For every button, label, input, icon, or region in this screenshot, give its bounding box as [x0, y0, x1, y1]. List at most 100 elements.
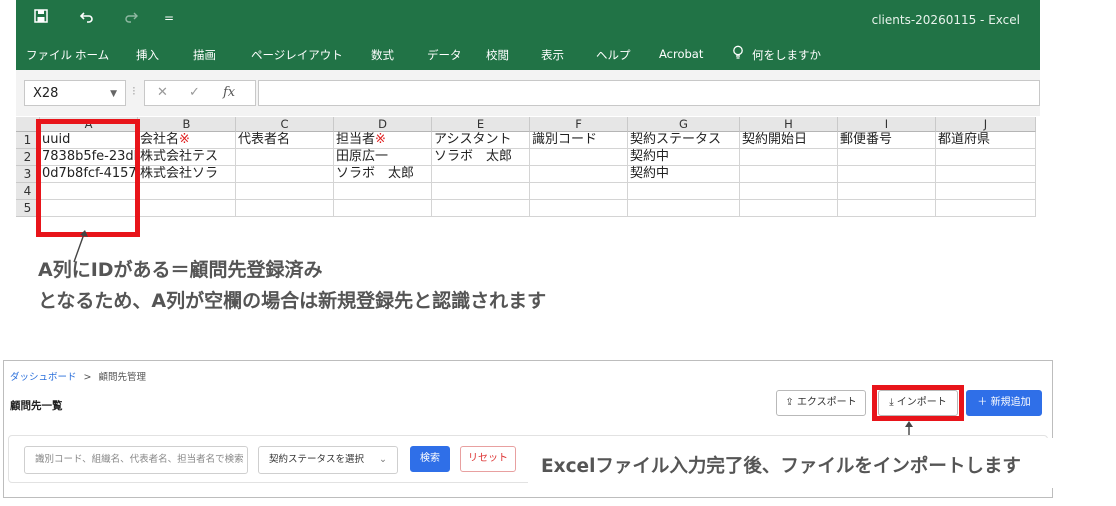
cell-i2[interactable]	[838, 149, 936, 166]
annotation-line-1: A列にIDがある＝顧問先登録済み	[38, 259, 323, 281]
cell-g5[interactable]	[628, 200, 740, 217]
chevron-down-icon[interactable]: ▼	[110, 81, 117, 107]
column-header-f[interactable]: F	[530, 117, 628, 132]
cell-f5[interactable]	[530, 200, 628, 217]
lightbulb-icon[interactable]	[732, 45, 744, 64]
cell-e3[interactable]	[432, 166, 530, 183]
cell-f2[interactable]	[530, 149, 628, 166]
tab-view[interactable]: 表示	[541, 47, 564, 63]
tab-data[interactable]: データ	[427, 47, 462, 63]
export-button[interactable]: ⇪ エクスポート	[776, 390, 866, 416]
column-a-highlight	[36, 119, 140, 237]
cell-i5[interactable]	[838, 200, 936, 217]
tell-me-search[interactable]: 何をしますか	[752, 47, 821, 63]
cell-d4[interactable]	[334, 183, 432, 200]
upload-icon: ⇪	[785, 397, 794, 408]
tab-home[interactable]: ホーム	[75, 47, 109, 63]
tab-file[interactable]: ファイル	[26, 47, 72, 63]
page-title: 顧問先一覧	[10, 400, 63, 412]
tab-insert[interactable]: 挿入	[136, 47, 159, 63]
cell-h3[interactable]	[740, 166, 838, 183]
reset-button[interactable]: リセット	[460, 446, 516, 472]
cell-h5[interactable]	[740, 200, 838, 217]
save-icon[interactable]	[34, 9, 48, 27]
cell-h4[interactable]	[740, 183, 838, 200]
cell-f3[interactable]	[530, 166, 628, 183]
cell-d5[interactable]	[334, 200, 432, 217]
cell-d3[interactable]: ソラボ 太郎	[334, 166, 432, 183]
tab-acrobat[interactable]: Acrobat	[659, 47, 703, 61]
cell-g1[interactable]: 契約ステータス	[628, 132, 740, 149]
breadcrumb-separator: >	[83, 372, 92, 383]
breadcrumb-dashboard[interactable]: ダッシュボード	[10, 372, 77, 383]
cell-f4[interactable]	[530, 183, 628, 200]
cell-h2[interactable]	[740, 149, 838, 166]
cell-c3[interactable]	[236, 166, 334, 183]
cell-b4[interactable]	[138, 183, 236, 200]
drag-handle-icon[interactable]: ⁝	[132, 84, 136, 98]
cell-c4[interactable]	[236, 183, 334, 200]
search-button[interactable]: 検索	[410, 446, 450, 472]
add-new-button[interactable]: ＋ 新規追加	[966, 390, 1042, 416]
cell-b3[interactable]: 株式会社ソラ	[138, 166, 236, 183]
window-title: clients-20260115 - Excel	[871, 13, 1020, 27]
formula-bar-input[interactable]	[258, 80, 1040, 106]
insert-function-icon[interactable]: fx	[223, 85, 235, 100]
breadcrumb-current: 顧問先管理	[98, 372, 147, 383]
redo-icon[interactable]	[124, 9, 138, 27]
enter-icon[interactable]: ✓	[189, 85, 200, 100]
cell-b1-text: 会社名	[140, 132, 180, 147]
cell-b5[interactable]	[138, 200, 236, 217]
column-header-d[interactable]: D	[334, 117, 432, 132]
name-box[interactable]: X28 ▼	[24, 80, 126, 106]
cell-c2[interactable]	[236, 149, 334, 166]
cell-i3[interactable]	[838, 166, 936, 183]
chevron-down-icon: ⌄	[379, 454, 387, 465]
cell-g3[interactable]: 契約中	[628, 166, 740, 183]
cell-j1[interactable]: 都道府県	[936, 132, 1036, 149]
cell-e2[interactable]: ソラボ 太郎	[432, 149, 530, 166]
cell-g2[interactable]: 契約中	[628, 149, 740, 166]
cell-j4[interactable]	[936, 183, 1036, 200]
cell-d1[interactable]: 担当者※	[334, 132, 432, 149]
keyword-search-input[interactable]: 識別コード、組織名、代表者名、担当者名で検索	[24, 446, 248, 474]
tab-review[interactable]: 校閲	[486, 47, 509, 63]
cell-j3[interactable]	[936, 166, 1036, 183]
ribbon-tabs: ファイル ホーム 挿入 描画 ページレイアウト 数式 データ 校閲 表示 ヘルプ…	[16, 38, 1040, 70]
breadcrumb: ダッシュボード > 顧問先管理	[10, 369, 146, 383]
contract-status-select[interactable]: 契約ステータスを選択 ⌄	[258, 446, 398, 474]
column-header-h[interactable]: H	[740, 117, 838, 132]
column-header-e[interactable]: E	[432, 117, 530, 132]
cell-e1[interactable]: アシスタント	[432, 132, 530, 149]
cell-i4[interactable]	[838, 183, 936, 200]
tab-help[interactable]: ヘルプ	[596, 47, 631, 63]
cell-f1[interactable]: 識別コード	[530, 132, 628, 149]
column-header-i[interactable]: I	[838, 117, 936, 132]
cell-i1[interactable]: 郵便番号	[838, 132, 936, 149]
undo-icon[interactable]	[79, 9, 94, 27]
add-new-label: 新規追加	[990, 397, 1031, 408]
cell-e4[interactable]	[432, 183, 530, 200]
cancel-icon[interactable]: ✕	[157, 85, 168, 100]
required-mark: ※	[179, 132, 190, 147]
cell-d2[interactable]: 田原広一	[334, 149, 432, 166]
cell-b2[interactable]: 株式会社テス	[138, 149, 236, 166]
import-button-highlight	[872, 385, 964, 421]
tab-draw[interactable]: 描画	[193, 47, 216, 63]
tab-formulas[interactable]: 数式	[371, 47, 394, 63]
cell-b1[interactable]: 会社名※	[138, 132, 236, 149]
cell-g4[interactable]	[628, 183, 740, 200]
column-header-c[interactable]: C	[236, 117, 334, 132]
customize-quick-access[interactable]: =	[164, 11, 174, 25]
annotation-import: Excelファイル入力完了後、ファイルをインポートします	[541, 456, 1021, 477]
cell-j2[interactable]	[936, 149, 1036, 166]
cell-e5[interactable]	[432, 200, 530, 217]
column-header-b[interactable]: B	[138, 117, 236, 132]
cell-j5[interactable]	[936, 200, 1036, 217]
column-header-g[interactable]: G	[628, 117, 740, 132]
cell-h1[interactable]: 契約開始日	[740, 132, 838, 149]
tab-page-layout[interactable]: ページレイアウト	[251, 47, 343, 63]
column-header-j[interactable]: J	[936, 117, 1036, 132]
cell-c1[interactable]: 代表者名	[236, 132, 334, 149]
cell-c5[interactable]	[236, 200, 334, 217]
